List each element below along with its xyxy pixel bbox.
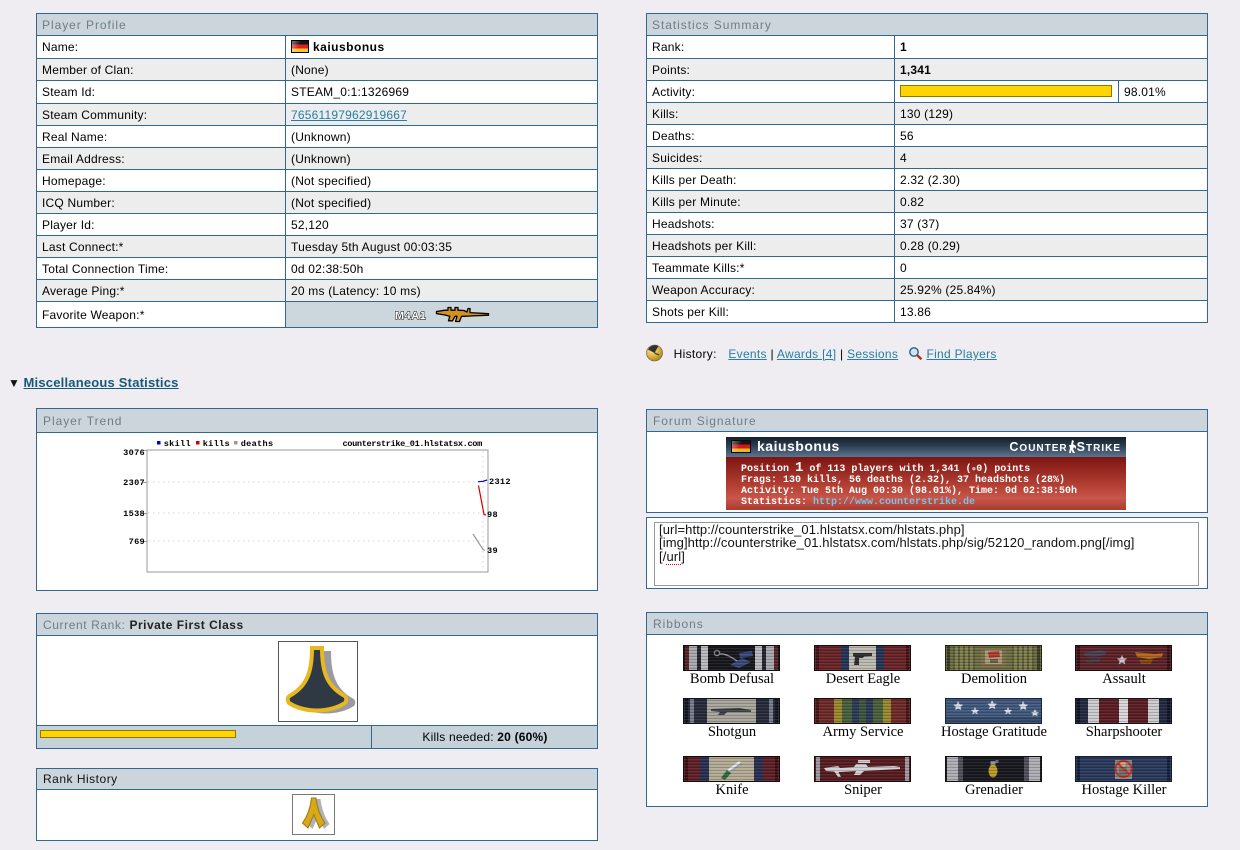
svg-text:1538: 1538	[123, 509, 145, 519]
svg-text:98: 98	[487, 510, 498, 520]
svg-text:M4A1: M4A1	[395, 310, 426, 322]
svg-text:39: 39	[487, 546, 498, 556]
svg-text:skill: skill	[164, 439, 191, 449]
svg-text:2307: 2307	[123, 478, 145, 488]
svg-text:769: 769	[129, 537, 145, 547]
svg-text:3076: 3076	[123, 448, 145, 458]
svg-text:deaths: deaths	[241, 439, 274, 449]
svg-text:counterstrike_01.hlstatsx.com: counterstrike_01.hlstatsx.com	[343, 439, 483, 449]
svg-text:kills: kills	[203, 439, 230, 449]
svg-text:2312: 2312	[489, 477, 511, 487]
